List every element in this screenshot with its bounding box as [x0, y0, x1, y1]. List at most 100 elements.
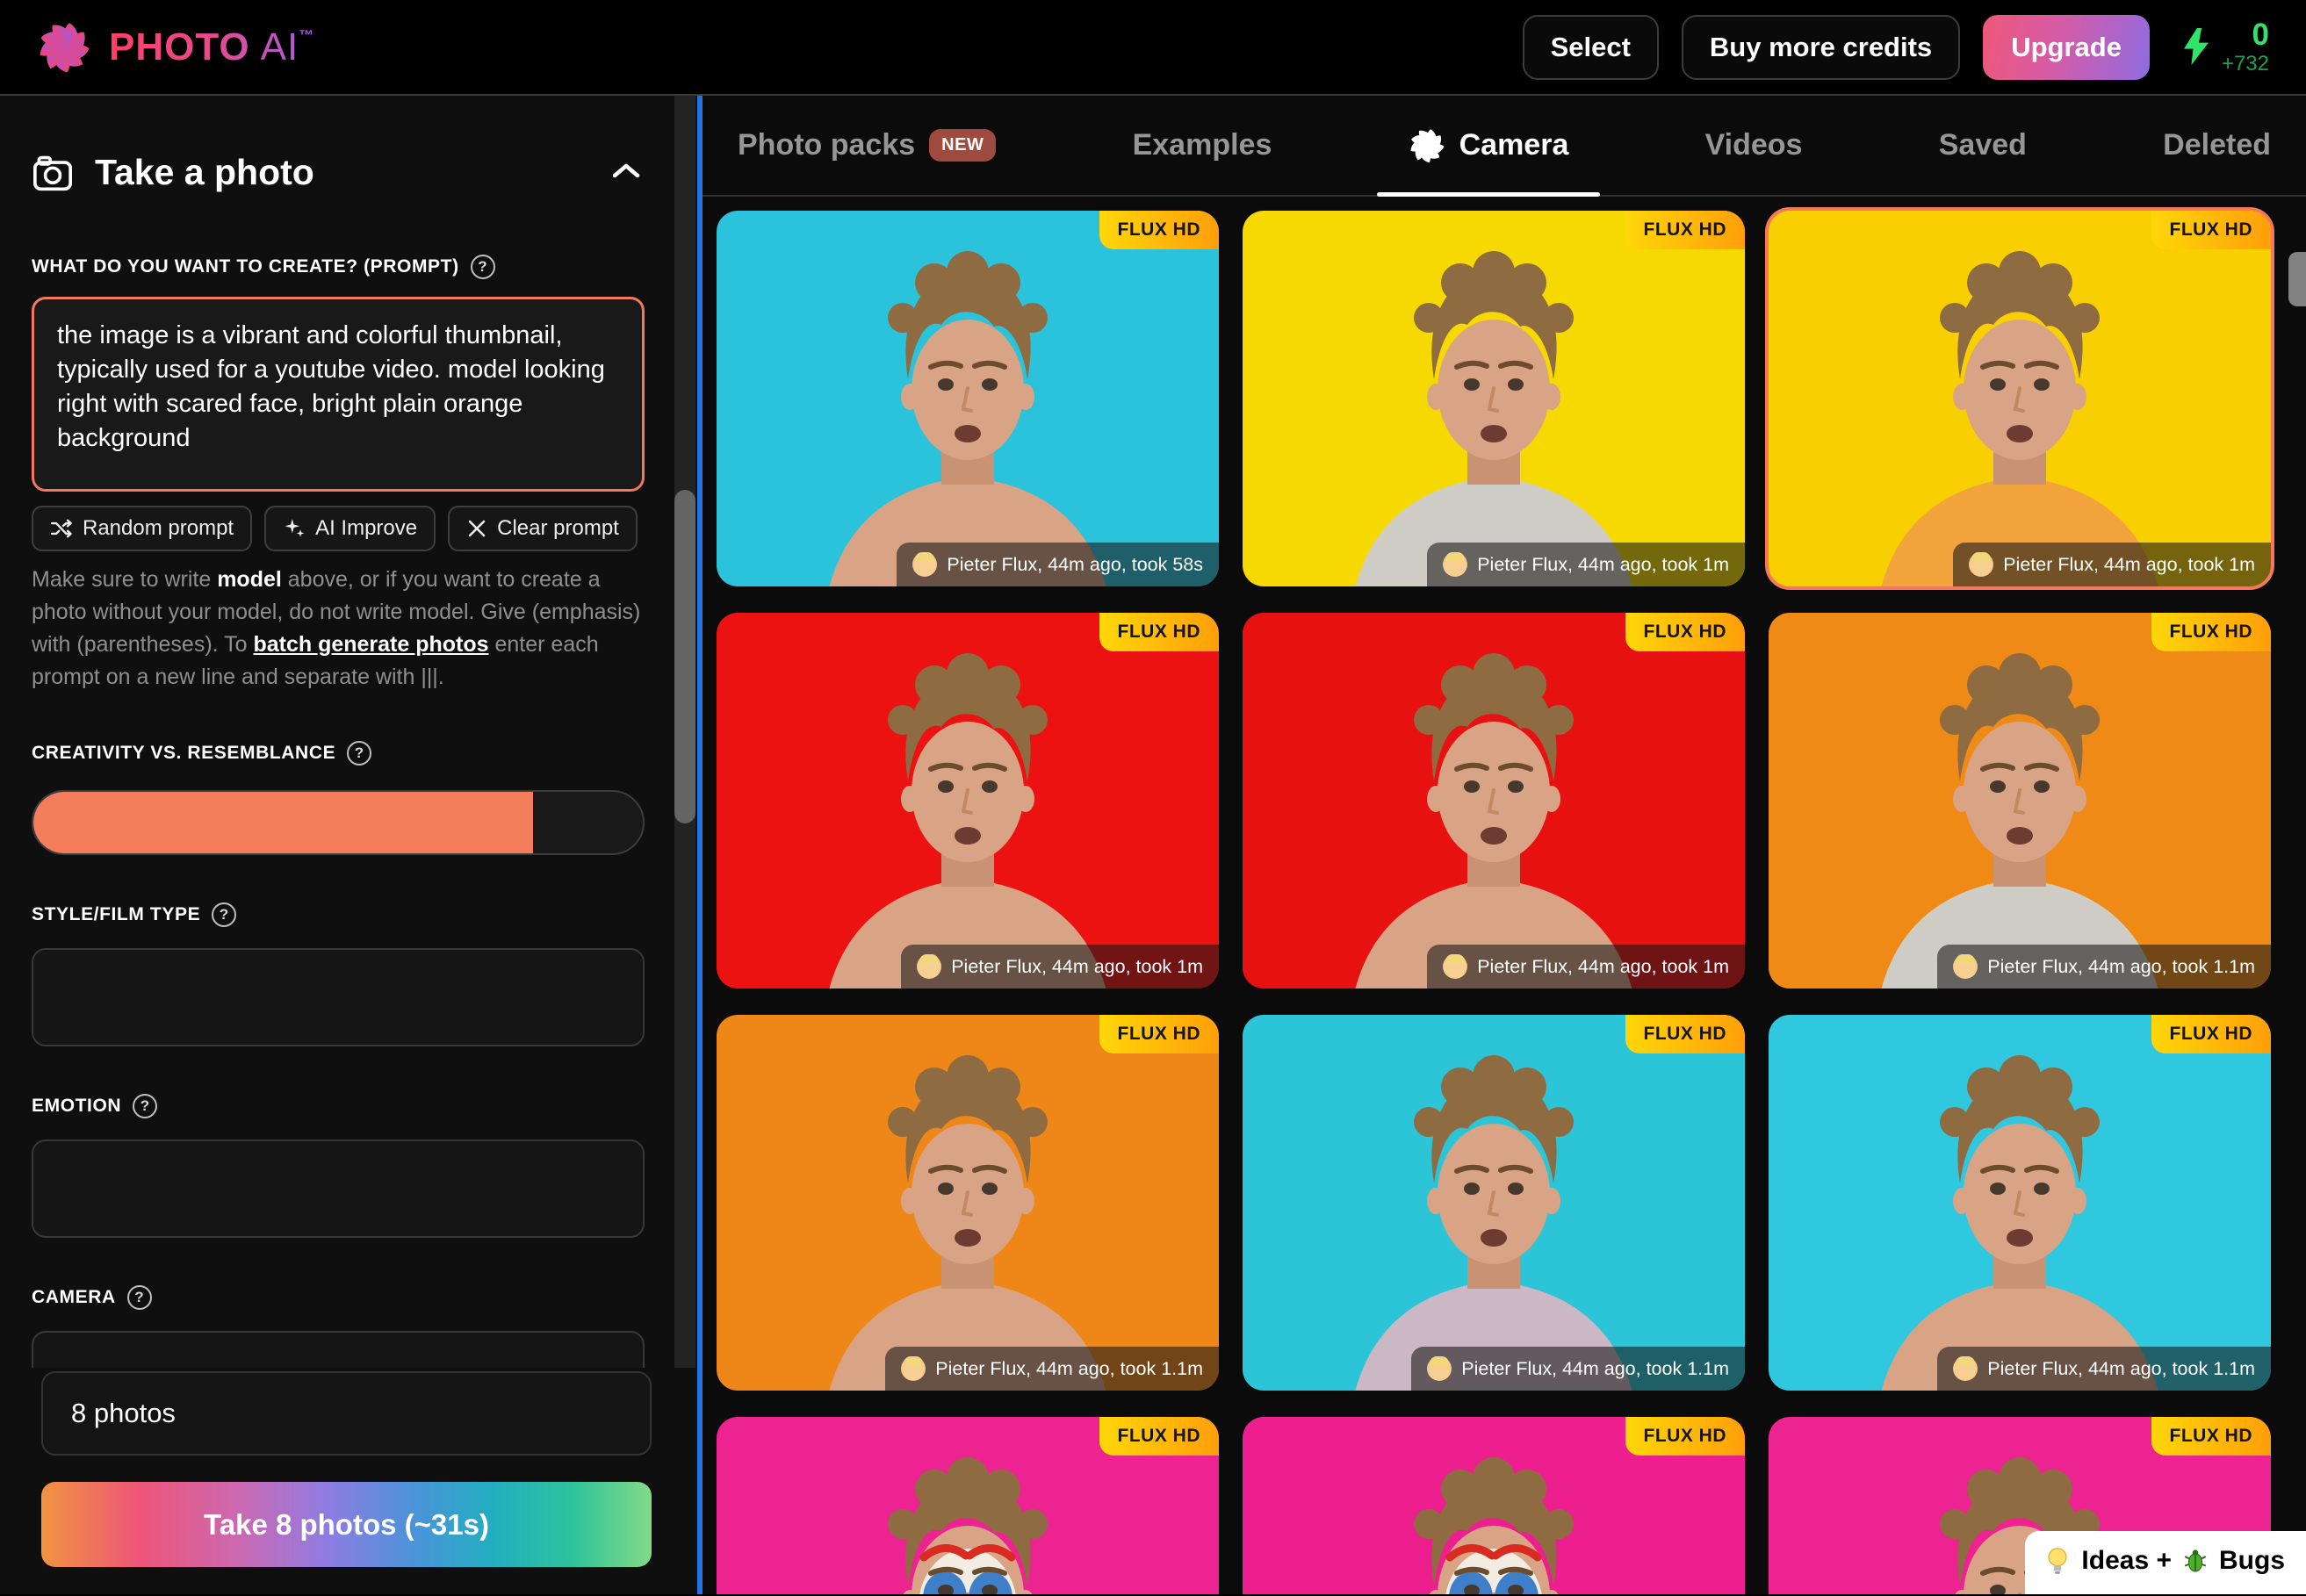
tab-saved[interactable]: Saved [1928, 96, 2037, 195]
photo-ai-shutter-logo-icon [37, 20, 91, 75]
blond-person-emoji [901, 1356, 926, 1381]
photo-caption-text: Pieter Flux, 44m ago, took 1m [1477, 554, 1729, 576]
collapse-panel-button[interactable] [608, 159, 645, 186]
creativity-label: CREATIVITY VS. RESEMBLANCE [32, 743, 335, 764]
upgrade-button[interactable]: Upgrade [1983, 15, 2150, 80]
header: PHOTO AI ™ Select Buy more credits Upgra… [0, 0, 2306, 96]
photo-card[interactable]: FLUX HD Pieter Flux, 44m ago, took 1.1m [1769, 613, 2271, 989]
logo-text: PHOTO AI ™ [109, 25, 314, 69]
creativity-slider[interactable] [32, 790, 645, 855]
portrait-photo [717, 613, 1219, 989]
photo-caption-text: Pieter Flux, 44m ago, took 1m [951, 956, 1203, 978]
app: { "header": { "logo_text": "PHOTO", "log… [0, 0, 2306, 1596]
photo-card[interactable]: FLUX HD [1243, 1417, 1745, 1594]
credits-counter[interactable]: 0 +732 [2178, 18, 2269, 75]
flux-hd-badge: FLUX HD [1625, 1015, 1746, 1053]
photo-caption: Pieter Flux, 44m ago, took 1m [1427, 945, 1745, 989]
sidebar-scrollbar-thumb[interactable] [674, 490, 695, 823]
photo-card[interactable]: FLUX HD Pieter Flux, 44m ago, took 1m [717, 613, 1219, 989]
help-question-icon[interactable] [471, 255, 495, 279]
batch-generate-photos-link[interactable]: batch generate photos [253, 632, 488, 657]
blond-person-emoji [912, 552, 937, 577]
ai-improve-button[interactable]: AI Improve [264, 506, 436, 551]
prompt-textarea[interactable] [32, 297, 645, 492]
flux-hd-badge: FLUX HD [2151, 1015, 2272, 1053]
app-body: Take a photo WHAT DO YOU WANT TO CREATE?… [0, 96, 2306, 1594]
photo-caption-text: Pieter Flux, 44m ago, took 1.1m [1987, 956, 2255, 978]
tab-label: Photo packs [738, 128, 915, 162]
prompt-action-buttons: Random prompt AI Improve Clear prompt [32, 506, 645, 551]
help-question-icon[interactable] [133, 1094, 157, 1118]
buy-more-credits-button[interactable]: Buy more credits [1682, 15, 1960, 80]
photo-card[interactable]: FLUX HD Pieter Flux, 44m ago, took 1.1m [1769, 1015, 2271, 1391]
flux-hd-badge: FLUX HD [2151, 613, 2272, 651]
beetle-emoji [2182, 1548, 2209, 1574]
emotion-input[interactable] [32, 1139, 645, 1238]
style-label-row: STYLE/FILM TYPE [32, 902, 645, 927]
flux-hd-badge: FLUX HD [1625, 613, 1746, 651]
flux-hd-badge: FLUX HD [1099, 1015, 1220, 1053]
chevron-up-icon [611, 162, 641, 180]
photo-card[interactable]: FLUX HD Pieter Flux, 44m ago, took 58s [717, 211, 1219, 586]
camera-label-row: CAMERA [32, 1285, 645, 1310]
logo-word-ai: AI [261, 25, 299, 69]
flux-hd-badge: FLUX HD [1099, 211, 1220, 249]
logo-word-photo: PHOTO [109, 25, 250, 69]
photo-caption: Pieter Flux, 44m ago, took 58s [897, 543, 1219, 586]
photo-caption-text: Pieter Flux, 44m ago, took 1.1m [935, 1358, 1203, 1380]
flux-hd-badge: FLUX HD [1099, 613, 1220, 651]
sidebar-footer: 8 photos Take 8 photos (~31s) [0, 1368, 697, 1594]
sidebar: Take a photo WHAT DO YOU WANT TO CREATE?… [0, 96, 697, 1594]
blond-person-emoji [917, 954, 941, 979]
help-model-word: model [217, 567, 282, 592]
photo-card[interactable]: FLUX HD Pieter Flux, 44m ago, took 1m [1243, 211, 1745, 586]
select-button[interactable]: Select [1523, 15, 1659, 80]
photo-caption: Pieter Flux, 44m ago, took 1m [901, 945, 1219, 989]
logo[interactable]: PHOTO AI ™ [37, 20, 314, 75]
tab-videos[interactable]: Videos [1695, 96, 1813, 195]
style-film-type-input[interactable] [32, 948, 645, 1046]
photo-caption: Pieter Flux, 44m ago, took 1m [1953, 543, 2271, 586]
panel-title: Take a photo [95, 152, 314, 193]
blond-person-emoji [1427, 1356, 1452, 1381]
photo-count-value: 8 photos [71, 1398, 176, 1429]
photo-card[interactable]: FLUX HD Pieter Flux, 44m ago, took 1m [1243, 613, 1745, 989]
prompt-label-row: WHAT DO YOU WANT TO CREATE? (PROMPT) [32, 255, 645, 279]
tab-photo-packs[interactable]: Photo packs NEW [727, 96, 1006, 195]
photo-caption-text: Pieter Flux, 44m ago, took 1m [1477, 956, 1729, 978]
tab-label: Videos [1705, 128, 1803, 162]
random-prompt-button[interactable]: Random prompt [32, 506, 252, 551]
tab-bar: Photo packs NEW Examples Camera Videos S… [703, 96, 2306, 197]
photo-grid: FLUX HD Pieter Flux, 44m ago, took 58s [703, 197, 2306, 1594]
portrait-photo [1243, 613, 1745, 989]
tab-label: Examples [1133, 128, 1272, 162]
take-photos-button[interactable]: Take 8 photos (~31s) [41, 1482, 652, 1567]
portrait-photo [717, 1015, 1219, 1391]
main-scrollbar-thumb[interactable] [2288, 252, 2306, 306]
shuffle-icon [50, 517, 73, 540]
clear-prompt-button[interactable]: Clear prompt [448, 506, 638, 551]
photo-card[interactable]: FLUX HD [717, 1417, 1219, 1594]
photo-card[interactable]: FLUX HD Pieter Flux, 44m ago, took 1.1m [717, 1015, 1219, 1391]
logo-trademark: ™ [299, 27, 314, 45]
ideas-bugs-button[interactable]: Ideas + Bugs [2025, 1531, 2306, 1594]
help-question-icon[interactable] [127, 1285, 152, 1310]
prompt-help-text: Make sure to write model above, or if yo… [32, 564, 645, 694]
blond-person-emoji [1969, 552, 1993, 577]
flux-hd-badge: FLUX HD [1099, 1417, 1220, 1456]
tab-camera[interactable]: Camera [1398, 96, 1580, 195]
photo-card[interactable]: FLUX HD Pieter Flux, 44m ago, took 1m [1769, 211, 2271, 586]
photo-count-select[interactable]: 8 photos [41, 1371, 652, 1456]
tab-label: Deleted [2163, 128, 2271, 162]
prompt-label: WHAT DO YOU WANT TO CREATE? (PROMPT) [32, 256, 459, 277]
tab-examples[interactable]: Examples [1122, 96, 1283, 195]
tab-deleted[interactable]: Deleted [2152, 96, 2281, 195]
ai-improve-label: AI Improve [315, 516, 417, 541]
help-question-icon[interactable] [347, 741, 371, 766]
help-question-icon[interactable] [212, 902, 236, 927]
photo-caption-text: Pieter Flux, 44m ago, took 1.1m [1461, 1358, 1729, 1380]
photo-card[interactable]: FLUX HD Pieter Flux, 44m ago, took 1.1m [1243, 1015, 1745, 1391]
main-content: Photo packs NEW Examples Camera Videos S… [703, 96, 2306, 1594]
camera-label: CAMERA [32, 1287, 116, 1308]
bugs-label: Bugs [2219, 1546, 2285, 1576]
